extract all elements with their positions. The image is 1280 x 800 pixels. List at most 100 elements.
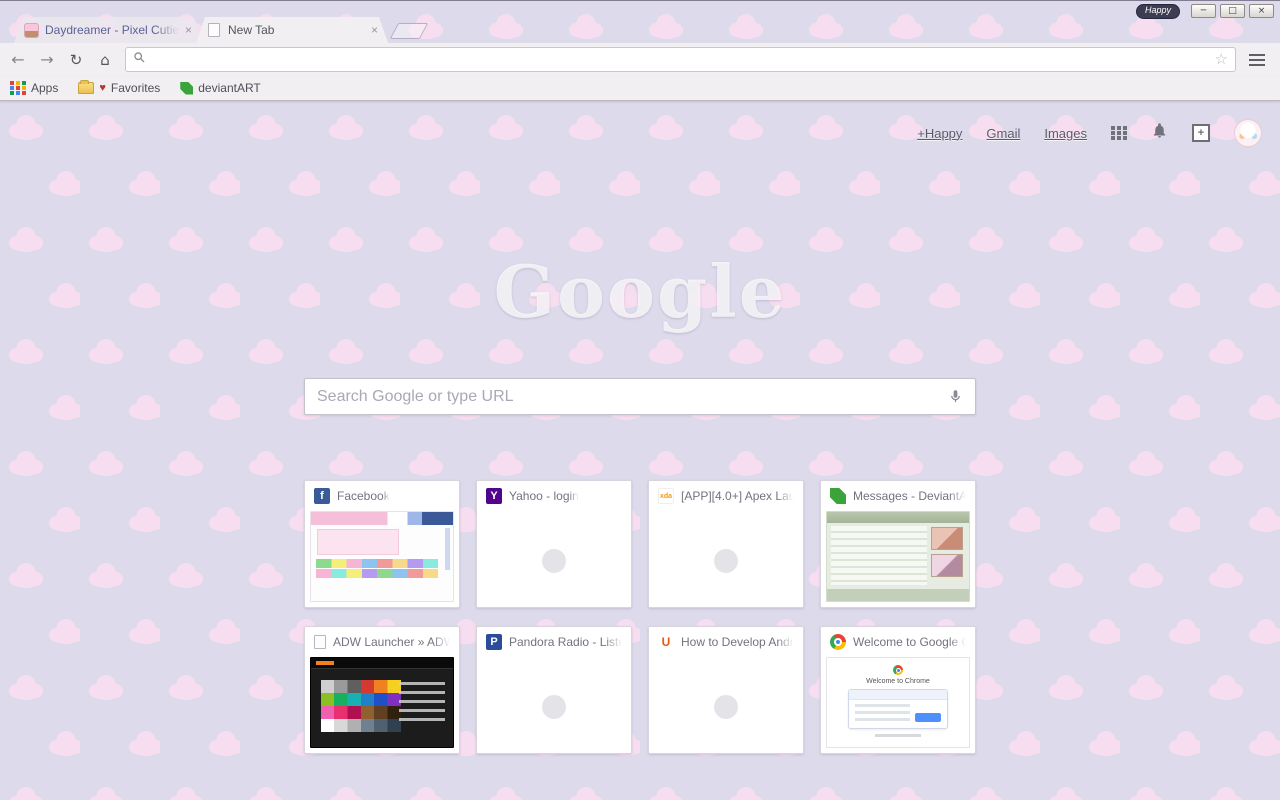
gmail-link[interactable]: Gmail — [986, 126, 1020, 141]
navigation-toolbar: ← → ↻ ⌂ ☆ — [0, 43, 1280, 76]
new-tab-page: +Happy Gmail Images + Google f Face — [0, 101, 1280, 800]
tile-header: ADW Launcher » ADW — [305, 627, 459, 657]
hamburger-icon — [1249, 54, 1265, 66]
profile-avatar[interactable] — [1234, 119, 1262, 147]
adw-thumbnail — [310, 657, 454, 748]
tile-title: Messages - DeviantAr — [853, 489, 966, 503]
google-logo: Google — [0, 256, 1280, 328]
new-tab-button[interactable] — [390, 23, 429, 39]
favorites-label: Favorites — [111, 81, 160, 95]
minimize-button[interactable]: ─ — [1191, 4, 1216, 18]
placeholder-thumbnail — [477, 511, 631, 607]
heart-icon: ♥ — [99, 83, 106, 94]
window-frame: Happy ─ □ × Daydreamer - Pixel Cutie ( ×… — [0, 0, 1280, 43]
microphone-icon[interactable] — [948, 389, 963, 404]
tile-title: Facebook — [337, 489, 390, 503]
tile-adw-launcher[interactable]: ADW Launcher » ADW — [304, 626, 460, 754]
omnibox: ☆ — [125, 47, 1236, 72]
apps-launcher-icon[interactable] — [1111, 125, 1127, 141]
tile-facebook[interactable]: f Facebook — [304, 480, 460, 608]
daydreamer-favicon-icon — [24, 23, 39, 38]
tab-title: Daydreamer - Pixel Cutie ( — [45, 23, 179, 37]
tile-title: Welcome to Google Ch — [853, 635, 966, 649]
menu-button[interactable] — [1242, 47, 1272, 73]
chrome-favicon-icon — [830, 634, 846, 650]
search-icon — [133, 51, 146, 69]
search-input[interactable] — [317, 388, 940, 406]
tab-close-icon[interactable]: × — [371, 24, 378, 36]
thumbnail-art — [316, 569, 438, 578]
close-window-button[interactable]: × — [1249, 4, 1274, 18]
thumbnail-art — [915, 713, 941, 722]
tile-header: Messages - DeviantAr — [821, 481, 975, 511]
most-visited-grid: f Facebook Y Yahoo - login — [304, 480, 976, 754]
thumbnail-art — [875, 734, 921, 737]
thumbnail-art — [316, 661, 334, 665]
tab-close-icon[interactable]: × — [185, 24, 192, 36]
tile-header: Y Yahoo - login — [477, 481, 631, 511]
tile-udemy[interactable]: U How to Develop Andro — [648, 626, 804, 754]
tile-deviantart-messages[interactable]: Messages - DeviantAr — [820, 480, 976, 608]
tile-chrome-welcome[interactable]: Welcome to Google Ch Welcome to Chrome — [820, 626, 976, 754]
favorites-folder[interactable]: ♥ Favorites — [78, 81, 160, 95]
address-input[interactable] — [152, 48, 1209, 71]
yahoo-favicon-icon: Y — [486, 488, 502, 504]
placeholder-thumbnail — [649, 657, 803, 753]
thumbnail-art — [831, 526, 927, 585]
thumbnail-art — [931, 527, 963, 550]
bookmarks-bar: Apps ♥ Favorites deviantART — [0, 76, 1280, 101]
tile-header: f Facebook — [305, 481, 459, 511]
tile-yahoo[interactable]: Y Yahoo - login — [476, 480, 632, 608]
back-button[interactable]: ← — [4, 47, 32, 73]
folder-icon — [78, 82, 94, 94]
tile-header: U How to Develop Andro — [649, 627, 803, 657]
document-favicon-icon — [314, 635, 326, 649]
tile-title: ADW Launcher » ADW — [333, 635, 450, 649]
tile-title: How to Develop Andro — [681, 635, 794, 649]
udemy-favicon-icon: U — [658, 634, 674, 650]
happy-badge: Happy — [1136, 4, 1180, 19]
tile-header: xda [APP][4.0+] Apex Laun — [649, 481, 803, 511]
apps-label: Apps — [31, 81, 58, 95]
apps-shortcut[interactable]: Apps — [10, 80, 58, 96]
deviantart-favicon-icon — [830, 488, 846, 504]
bookmark-deviantart[interactable]: deviantART — [180, 81, 260, 95]
browser-window: Happy ─ □ × Daydreamer - Pixel Cutie ( ×… — [0, 0, 1280, 800]
xda-favicon-icon: xda — [658, 488, 674, 504]
thumbnail-art — [445, 528, 450, 570]
tab-strip: Daydreamer - Pixel Cutie ( × New Tab × — [14, 17, 424, 43]
maximize-button[interactable]: □ — [1220, 4, 1245, 18]
reload-button[interactable]: ↻ — [62, 47, 90, 73]
profile-plus-link[interactable]: +Happy — [917, 126, 962, 141]
thumbnail-art — [399, 682, 445, 724]
thumbnail-art — [848, 689, 948, 729]
window-controls: ─ □ × — [1191, 4, 1274, 18]
tile-title: Yahoo - login — [509, 489, 579, 503]
tile-title: Pandora Radio - Liste — [509, 635, 622, 649]
bookmark-star-icon[interactable]: ☆ — [1215, 52, 1228, 67]
chrome-welcome-thumbnail: Welcome to Chrome — [826, 657, 970, 748]
tile-xda-apex[interactable]: xda [APP][4.0+] Apex Laun — [648, 480, 804, 608]
tile-header: P Pandora Radio - Liste — [477, 627, 631, 657]
pandora-favicon-icon: P — [486, 634, 502, 650]
facebook-favicon-icon: f — [314, 488, 330, 504]
share-frame-icon[interactable]: + — [1192, 124, 1210, 142]
placeholder-thumbnail — [477, 657, 631, 753]
blank-page-favicon-icon — [208, 23, 220, 37]
thumbnail-art — [931, 554, 963, 577]
tab-daydreamer[interactable]: Daydreamer - Pixel Cutie ( × — [14, 17, 202, 43]
deviantart-icon — [180, 82, 193, 95]
home-button[interactable]: ⌂ — [91, 47, 119, 73]
chrome-logo-icon — [893, 665, 903, 675]
tab-title: New Tab — [228, 23, 365, 37]
tile-pandora[interactable]: P Pandora Radio - Liste — [476, 626, 632, 754]
images-link[interactable]: Images — [1044, 126, 1087, 141]
forward-button[interactable]: → — [33, 47, 61, 73]
thumbnail-art — [321, 680, 401, 732]
notifications-bell-icon[interactable] — [1151, 122, 1168, 144]
tile-title: [APP][4.0+] Apex Laun — [681, 489, 794, 503]
deviantart-thumbnail — [826, 511, 970, 602]
tab-new-tab[interactable]: New Tab × — [196, 17, 388, 43]
facebook-thumbnail — [310, 511, 454, 602]
apps-grid-icon — [10, 80, 26, 96]
